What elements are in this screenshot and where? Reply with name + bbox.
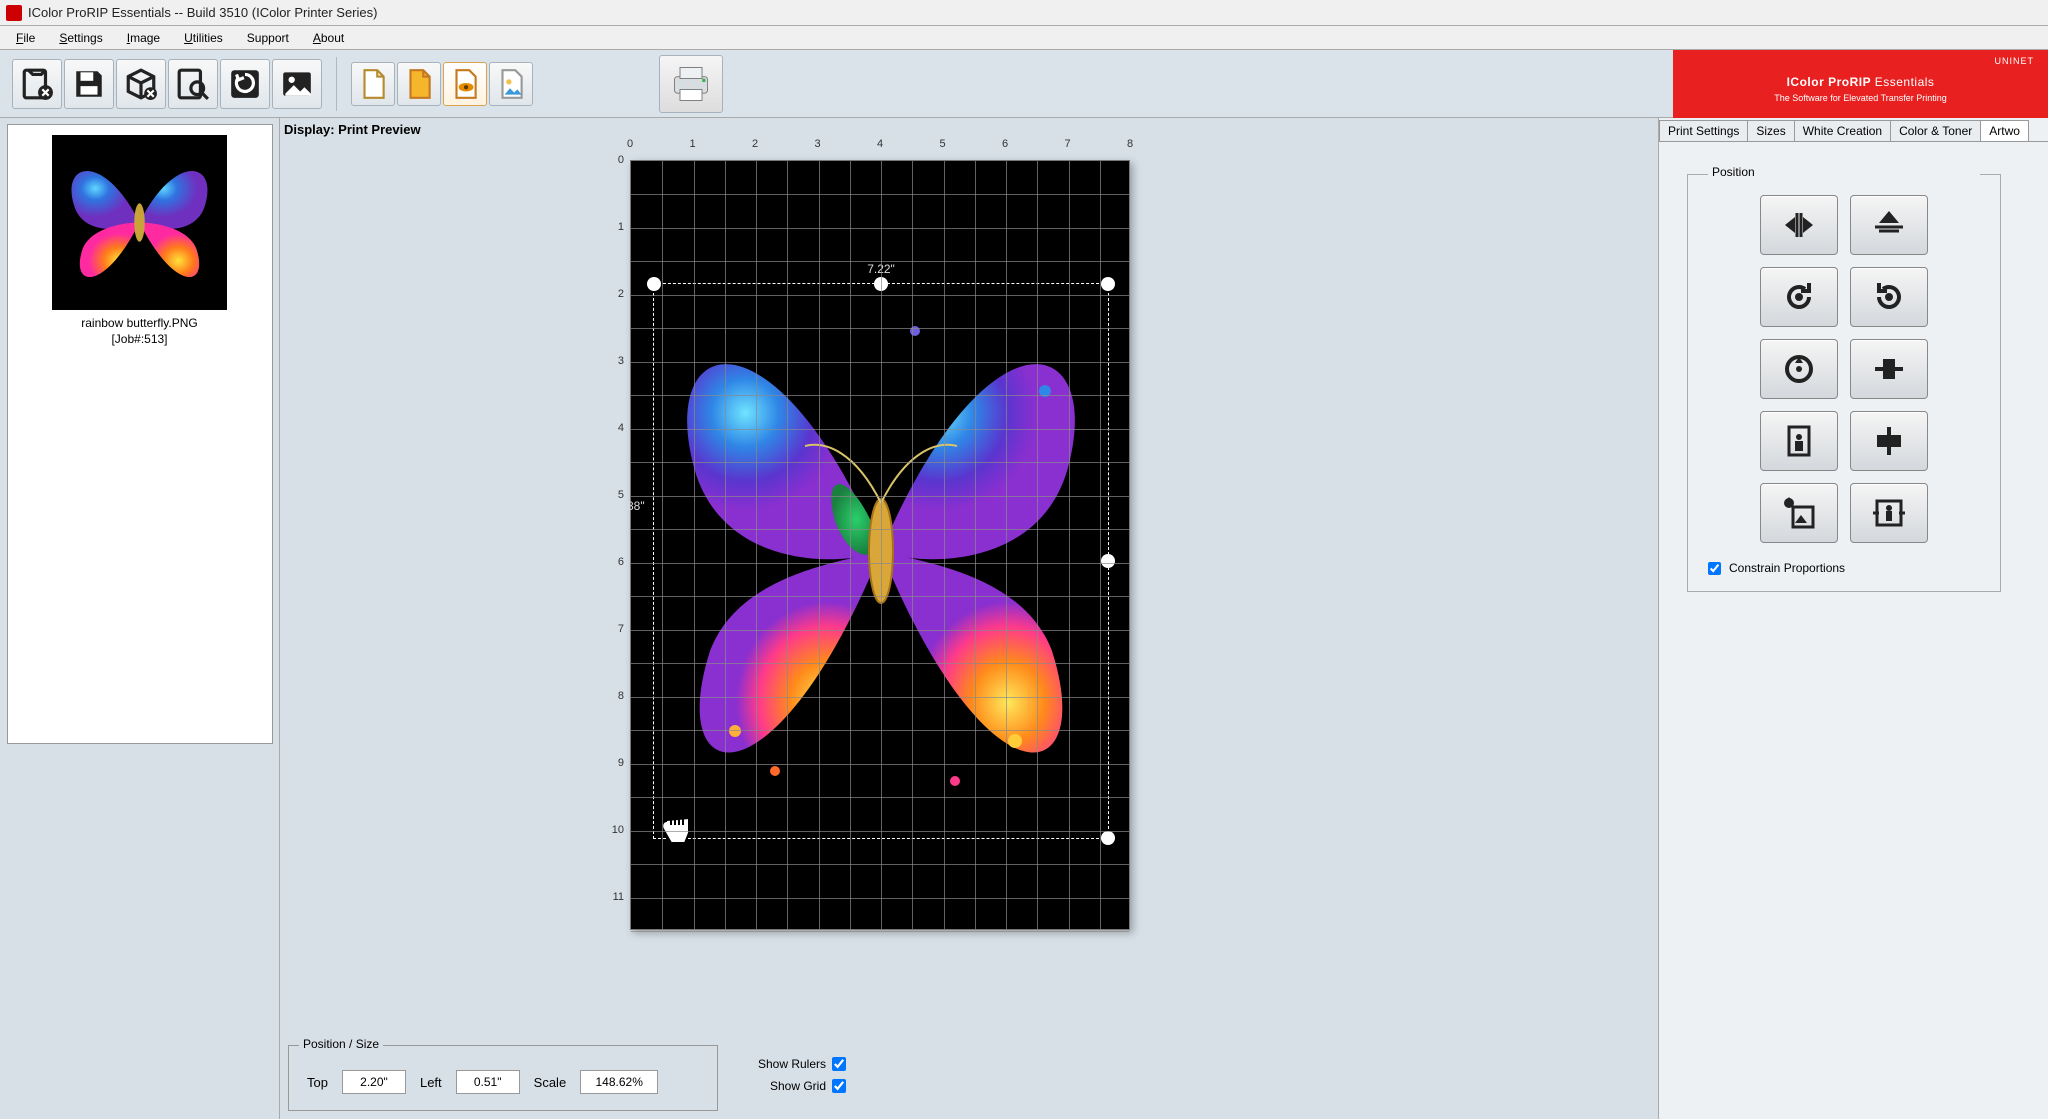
fit-page-button[interactable] <box>1760 411 1838 471</box>
yellow-page-button[interactable] <box>397 62 441 106</box>
brand-essentials: Essentials <box>1875 75 1935 89</box>
cursor-icon <box>655 801 695 849</box>
brand-tagline: The Software for Elevated Transfer Print… <box>1774 93 1947 103</box>
main-toolbar: UNINET IColor ProRIP Essentials The Soft… <box>0 50 2048 118</box>
menu-support[interactable]: Support <box>235 28 301 48</box>
handle-ne[interactable] <box>1101 277 1115 291</box>
handle-se[interactable] <box>1101 831 1115 845</box>
preview-zoom-button[interactable] <box>168 59 218 109</box>
job-filename: rainbow butterfly.PNG <box>81 316 198 330</box>
show-rulers-label: Show Rulers <box>736 1057 826 1071</box>
close-job-button[interactable] <box>12 59 62 109</box>
center-both-button[interactable] <box>1850 483 1928 543</box>
show-grid-checkbox[interactable] <box>832 1079 846 1093</box>
rotate-cw-button[interactable] <box>1850 267 1928 327</box>
job-panel: rainbow butterfly.PNG [Job#:513] <box>0 118 280 1119</box>
brand-icolor: IColor <box>1787 75 1825 89</box>
ruler-left: 01234567891011 <box>590 160 630 936</box>
tab-color-toner[interactable]: Color & Toner <box>1890 120 1981 141</box>
menu-utilities[interactable]: Utilities <box>172 28 235 48</box>
menu-about[interactable]: About <box>301 28 356 48</box>
brand-prorip: ProRIP <box>1824 75 1874 89</box>
position-legend: Position <box>1708 165 1980 179</box>
position-panel: Position Constrain Proportions <box>1687 174 2001 592</box>
tab-print-settings[interactable]: Print Settings <box>1659 120 1748 141</box>
handle-nw[interactable] <box>647 277 661 291</box>
titlebar: IColor ProRIP Essentials -- Build 3510 (… <box>0 0 2048 26</box>
display-checks: Show Rulers Show Grid <box>736 1053 846 1097</box>
center-horizontal-button[interactable] <box>1850 339 1928 399</box>
job-id: [Job#:513] <box>111 332 167 346</box>
right-panel: Print SettingsSizesWhite CreationColor &… <box>1658 118 2048 1119</box>
constrain-label: Constrain Proportions <box>1729 561 1845 575</box>
menu-image[interactable]: Image <box>115 28 172 48</box>
app-icon <box>6 5 22 21</box>
replace-image-button[interactable] <box>1760 483 1838 543</box>
tab-artwo[interactable]: Artwo <box>1980 120 2029 141</box>
left-label: Left <box>420 1075 442 1090</box>
print-button[interactable] <box>659 55 723 113</box>
reset-rotate-button[interactable] <box>1760 339 1838 399</box>
settings-tabs: Print SettingsSizesWhite CreationColor &… <box>1659 118 2048 142</box>
save-button[interactable] <box>64 59 114 109</box>
tab-white-creation[interactable]: White Creation <box>1794 120 1891 141</box>
ruler-top: 012345678 <box>630 136 1140 160</box>
scale-label: Scale <box>534 1075 567 1090</box>
handle-e[interactable] <box>1101 554 1115 568</box>
mirror-horizontal-button[interactable] <box>1760 195 1838 255</box>
image-page-button[interactable] <box>489 62 533 106</box>
left-input[interactable] <box>456 1070 520 1094</box>
artboard[interactable]: 7.22" 88" <box>630 160 1130 930</box>
display-title: Display: Print Preview <box>284 122 421 137</box>
constrain-checkbox[interactable] <box>1708 562 1721 575</box>
tab-sizes[interactable]: Sizes <box>1747 120 1794 141</box>
position-size-legend: Position / Size <box>299 1037 383 1051</box>
top-input[interactable] <box>342 1070 406 1094</box>
menu-file[interactable]: File <box>4 28 47 48</box>
window-title: IColor ProRIP Essentials -- Build 3510 (… <box>28 5 377 20</box>
package-button[interactable] <box>116 59 166 109</box>
mirror-vertical-button[interactable] <box>1850 195 1928 255</box>
center-panel: Display: Print Preview 012345678 0123456… <box>280 118 1658 1119</box>
preview-eye-button[interactable] <box>443 62 487 106</box>
rotate-ccw-button[interactable] <box>1760 267 1838 327</box>
brand-banner: UNINET IColor ProRIP Essentials The Soft… <box>1673 50 2048 118</box>
selection-height-label: 88" <box>627 499 645 513</box>
image-button[interactable] <box>272 59 322 109</box>
top-label: Top <box>307 1075 328 1090</box>
scale-input[interactable] <box>580 1070 658 1094</box>
brand-uninet: UNINET <box>1995 56 2035 66</box>
show-grid-label: Show Grid <box>736 1079 826 1093</box>
job-list[interactable]: rainbow butterfly.PNG [Job#:513] <box>7 124 273 744</box>
blank-page-button[interactable] <box>351 62 395 106</box>
menubar: File Settings Image Utilities Support Ab… <box>0 26 2048 50</box>
recycle-button[interactable] <box>220 59 270 109</box>
canvas-container: 012345678 01234567891011 <box>590 136 1140 936</box>
job-thumbnail[interactable] <box>52 135 227 310</box>
menu-settings[interactable]: Settings <box>47 28 114 48</box>
center-vertical-button[interactable] <box>1850 411 1928 471</box>
position-size-box: Position / Size Top Left Scale <box>288 1045 718 1111</box>
show-rulers-checkbox[interactable] <box>832 1057 846 1071</box>
